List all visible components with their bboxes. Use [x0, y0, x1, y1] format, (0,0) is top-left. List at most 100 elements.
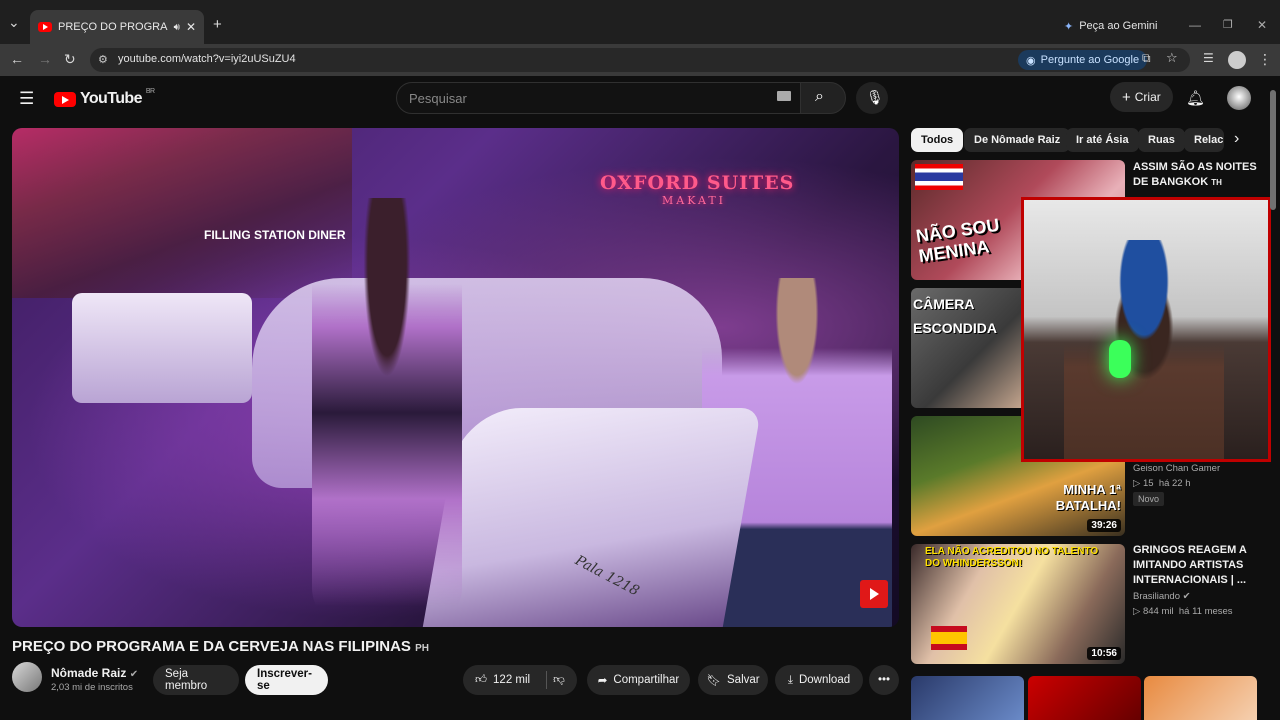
close-window-button[interactable]: ✕	[1257, 18, 1267, 32]
rec-thumbnail-6[interactable]	[1028, 676, 1141, 720]
rec-thumbnail-4[interactable]: ELA NÃO ACREDITOU NO TALENTO DO WHINDERS…	[911, 544, 1125, 664]
hamburger-menu-icon[interactable]: ☰	[19, 89, 34, 109]
channel-name[interactable]: Nômade Raiz ✔	[51, 666, 138, 680]
spain-flag-icon	[931, 626, 967, 650]
omnibox[interactable]: ⚙ youtube.com/watch?v=iyi2uUSuZU4 ◉ Perg…	[90, 48, 1190, 72]
rec-meta-4: ▷ 844 mil há 11 meses	[1133, 604, 1233, 619]
verified-check-icon: ✔	[1182, 591, 1191, 602]
live-play-icon: ▷	[1133, 606, 1141, 617]
rec-channel-3[interactable]: Geison Chan Gamer	[1133, 461, 1220, 476]
profile-avatar[interactable]	[1228, 51, 1246, 69]
keyboard-icon[interactable]	[777, 91, 791, 101]
like-count: 122 mil	[493, 674, 531, 686]
scooter	[422, 408, 762, 627]
rec-duration-3: 39:26	[1087, 519, 1121, 532]
rec-thumb-text-4: ELA NÃO ACREDITOU NO TALENTO DO WHINDERS…	[925, 546, 1099, 569]
like-button[interactable]: 👍︎ 122 mil	[475, 673, 530, 687]
site-info-icon[interactable]: ⚙	[98, 53, 108, 66]
menu-kebab-icon[interactable]: ⋮	[1258, 52, 1272, 66]
chip-asia[interactable]: Ir até Ásia	[1066, 128, 1139, 152]
new-tab-button[interactable]: +	[213, 16, 222, 33]
voice-search-button[interactable]: 🎙︎	[856, 82, 888, 114]
webcam-overlay	[1021, 197, 1271, 462]
rec-views-4: 844 mil	[1142, 606, 1174, 617]
video-title-text: PREÇO DO PROGRAMA E DA CERVEJA NAS FILIP…	[12, 638, 411, 655]
chip-streets[interactable]: Ruas	[1138, 128, 1185, 152]
gemini-sparkle-icon: ✦	[1064, 20, 1074, 33]
reload-icon[interactable]: ↻	[64, 52, 76, 66]
rec-channel-4-text: Brasiliando	[1133, 591, 1180, 602]
rec-title-1[interactable]: ASSIM SÃO AS NOITES DE BANGKOK TH	[1133, 160, 1258, 190]
bookmark-star-icon[interactable]: ☆	[1166, 51, 1178, 64]
address-toolbar: ← → ↻ ⚙ youtube.com/watch?v=iyi2uUSuZU4 …	[0, 44, 1280, 76]
channel-name-text: Nômade Raiz	[51, 666, 127, 680]
rec-title-4[interactable]: GRINGOS REAGEM A IMITANDO ARTISTAS INTER…	[1133, 543, 1258, 588]
thailand-flag-icon	[915, 164, 963, 190]
search-button[interactable]: ⌕	[800, 82, 846, 114]
dislike-button[interactable]: 👎︎	[553, 673, 565, 687]
install-app-icon[interactable]: ⧉	[1142, 52, 1151, 64]
live-play-icon: ▷	[1133, 478, 1141, 489]
more-horizontal-icon: •••	[877, 674, 891, 686]
restore-button[interactable]: ❐	[1223, 18, 1233, 31]
video-player[interactable]: FILLING STATION DINER OXFORD SUITES MAKA…	[12, 128, 899, 627]
scooter-top-box	[72, 293, 252, 403]
share-button[interactable]: ➦ Compartilhar	[587, 665, 690, 695]
region-badge: BR	[145, 87, 155, 95]
hotel-neon-subsign: MAKATI	[662, 194, 727, 207]
channel-avatar[interactable]	[12, 662, 42, 692]
ask-google-button[interactable]: ◉ Pergunte ao Google	[1018, 50, 1148, 70]
rec-duration-4: 10:56	[1087, 647, 1121, 660]
rec-title-1-flag: TH	[1211, 178, 1222, 187]
rec-channel-4[interactable]: Brasiliando ✔	[1133, 589, 1191, 604]
new-badge: Novo	[1133, 492, 1165, 506]
subscribe-button[interactable]: Inscrever-se	[245, 665, 328, 695]
download-button[interactable]: ⤓ Download	[775, 665, 863, 695]
gemini-button[interactable]: ✦ Peça ao Gemini	[1064, 16, 1157, 36]
streamer-figure	[1064, 240, 1224, 459]
back-icon[interactable]: ←	[10, 52, 24, 66]
rec-title-1-text: ASSIM SÃO AS NOITES DE BANGKOK	[1133, 161, 1257, 188]
browser-tab[interactable]: PREÇO DO PROGRAMA E DA CERVEJA 🔊︎ ✕	[30, 10, 204, 44]
url-text: youtube.com/watch?v=iyi2uUSuZU4	[118, 53, 296, 65]
rec-thumbnail-7[interactable]	[1144, 676, 1257, 720]
youtube-header: ☰ YouTube BR Pesquisar ⌕ 🎙︎ + Criar 🔔︎	[0, 76, 1280, 122]
share-arrow-icon: ➦	[597, 675, 608, 687]
media-control-icon[interactable]: ☰	[1203, 52, 1214, 64]
chip-channel[interactable]: De Nômade Raiz	[964, 128, 1071, 152]
rgb-microphone	[1109, 340, 1131, 378]
search-input[interactable]: Pesquisar	[396, 82, 804, 114]
more-actions-button[interactable]: •••	[869, 665, 899, 695]
forward-icon[interactable]: →	[38, 52, 52, 66]
rec-thumbnail-5[interactable]	[911, 676, 1024, 720]
thumbs-up-icon: 👍︎	[475, 674, 488, 686]
save-button[interactable]: 🔖︎ Salvar	[698, 665, 768, 695]
subscribe-watermark-icon[interactable]	[860, 580, 888, 608]
ask-google-label: Pergunte ao Google	[1040, 54, 1140, 66]
chip-related[interactable]: Relac	[1184, 128, 1224, 152]
gemini-label: Peça ao Gemini	[1079, 20, 1158, 32]
page-scrollbar[interactable]	[1270, 90, 1276, 210]
search-placeholder: Pesquisar	[409, 91, 467, 106]
minimize-button[interactable]: —	[1189, 18, 1201, 32]
notifications-bell-icon[interactable]: 🔔︎	[1186, 89, 1205, 107]
divider	[546, 671, 548, 689]
bookmark-icon: 🔖︎	[706, 675, 721, 687]
share-label: Compartilhar	[613, 674, 680, 686]
create-button[interactable]: + Criar	[1110, 82, 1173, 112]
chip-all[interactable]: Todos	[911, 128, 964, 152]
join-button[interactable]: Seja membro	[153, 665, 239, 695]
microphone-icon: 🎙︎	[866, 89, 884, 105]
speaker-icon: 🔊︎	[173, 21, 180, 33]
close-tab-icon[interactable]: ✕	[186, 20, 196, 34]
thumbs-down-icon: 👎︎	[553, 674, 565, 686]
browser-tab-strip: ⌄ PREÇO DO PROGRAMA E DA CERVEJA 🔊︎ ✕ + …	[0, 0, 1280, 44]
chips-next-chevron-icon[interactable]: ›	[1234, 130, 1239, 148]
youtube-logo[interactable]: YouTube BR	[54, 87, 155, 108]
tab-search-button[interactable]: ⌄	[8, 14, 20, 32]
account-avatar[interactable]	[1227, 86, 1251, 110]
youtube-favicon-icon	[38, 22, 52, 32]
storefront-scene	[12, 128, 352, 298]
rec-thumb-text-1: NÃO SOU MENINA	[914, 214, 1001, 267]
tab-title: PREÇO DO PROGRAMA E DA CERVEJA	[58, 21, 168, 33]
